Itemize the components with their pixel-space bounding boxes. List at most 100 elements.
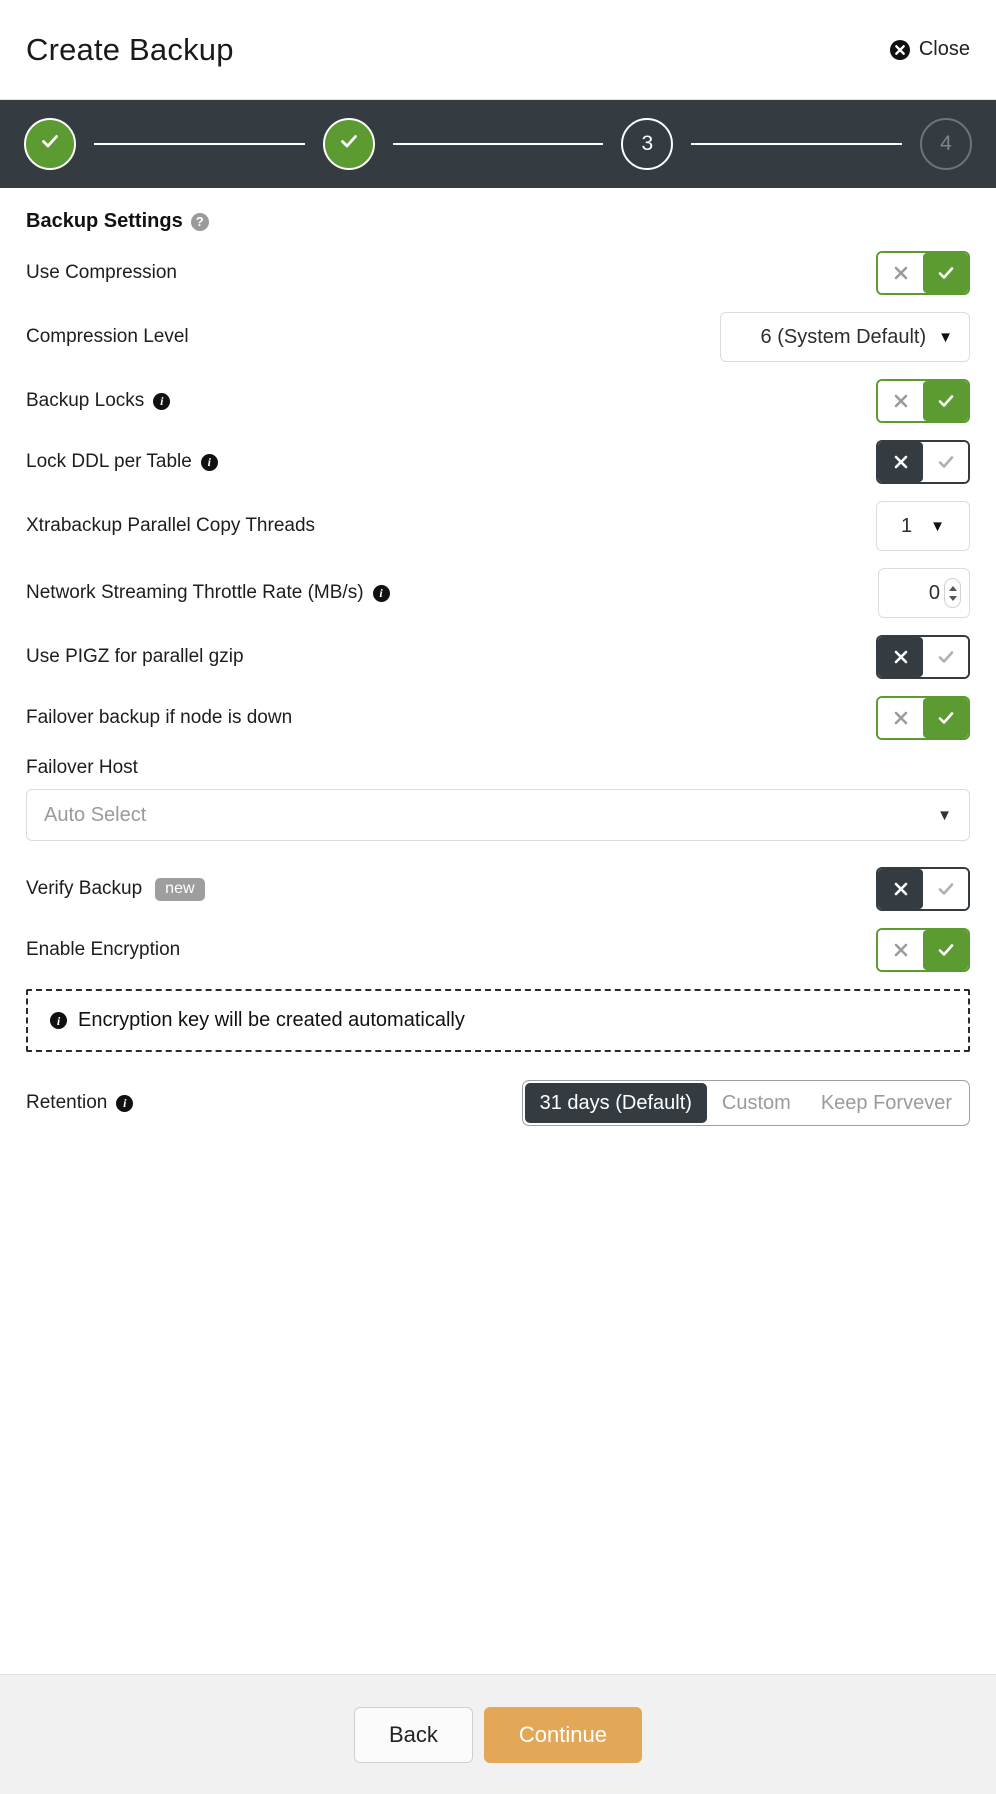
label-verify-backup: Verify Backup new <box>26 877 205 901</box>
check-icon <box>338 130 360 158</box>
toggle-failover-backup[interactable] <box>876 696 970 740</box>
label-text: Network Streaming Throttle Rate (MB/s) <box>26 582 364 603</box>
create-backup-modal: Create Backup Close 3 4 Backup Settings … <box>0 0 996 1794</box>
toggle-on-side[interactable] <box>923 869 968 909</box>
check-icon <box>39 130 61 158</box>
label-use-compression: Use Compression <box>26 262 177 284</box>
toggle-on-side[interactable] <box>923 698 968 738</box>
toggle-use-compression[interactable] <box>876 251 970 295</box>
stepper-arrows[interactable] <box>944 578 961 608</box>
info-icon[interactable]: i <box>200 453 218 471</box>
row-network-throttle: Network Streaming Throttle Rate (MB/s) i… <box>26 568 970 618</box>
close-button[interactable]: Close <box>889 38 970 61</box>
retention-option-keep-forever[interactable]: Keep Forvever <box>806 1083 967 1123</box>
status-badge-new: new <box>155 877 205 901</box>
continue-button[interactable]: Continue <box>483 1706 642 1763</box>
toggle-off-side[interactable] <box>878 698 923 738</box>
toggle-off-side[interactable] <box>878 869 923 909</box>
toggle-verify-backup[interactable] <box>876 867 970 911</box>
select-xtrabackup-threads[interactable]: 1 ▼ <box>876 501 970 551</box>
retention-segmented-control: 31 days (Default) Custom Keep Forvever <box>521 1080 970 1126</box>
step-connector-2 <box>392 143 604 145</box>
quantity-stepper-network-throttle[interactable]: 0 <box>878 568 970 618</box>
label-backup-locks: Backup Locks i <box>26 390 171 412</box>
step-4-label: 4 <box>940 132 952 155</box>
modal-footer: Back Continue <box>0 1674 996 1794</box>
label-text: Use PIGZ for parallel gzip <box>26 646 244 667</box>
step-3-current[interactable]: 3 <box>621 118 674 170</box>
label-text: Enable Encryption <box>26 939 181 960</box>
row-use-compression: Use Compression <box>26 251 970 295</box>
close-circle-x-icon <box>889 39 910 60</box>
toggle-off-side[interactable] <box>878 253 923 293</box>
close-button-label: Close <box>918 38 970 60</box>
retention-option-default[interactable]: 31 days (Default) <box>524 1083 707 1123</box>
toggle-off-side[interactable] <box>878 930 923 970</box>
label-text: Verify Backup <box>26 878 143 899</box>
encryption-key-notice: i Encryption key will be created automat… <box>26 989 970 1052</box>
toggle-on-side[interactable] <box>923 381 968 421</box>
info-icon[interactable]: i <box>116 1094 134 1112</box>
question-mark-icon[interactable]: ? <box>190 212 209 231</box>
toggle-on-side[interactable] <box>923 637 968 677</box>
toggle-on-side[interactable] <box>923 253 968 293</box>
label-text: Backup Locks <box>26 390 145 411</box>
row-verify-backup: Verify Backup new <box>26 867 970 911</box>
step-connector-1 <box>94 143 305 145</box>
row-use-pigz: Use PIGZ for parallel gzip <box>26 635 970 679</box>
row-failover-backup: Failover backup if node is down <box>26 696 970 740</box>
label-text: Xtrabackup Parallel Copy Threads <box>26 515 316 536</box>
select-xtrabackup-threads-value: 1 <box>901 514 913 537</box>
toggle-off-side[interactable] <box>878 442 923 482</box>
stepper-up-icon[interactable] <box>948 585 957 591</box>
label-text: Failover backup if node is down <box>26 707 293 728</box>
page-title: Create Backup <box>26 32 234 67</box>
label-xtrabackup-threads: Xtrabackup Parallel Copy Threads <box>26 515 315 537</box>
settings-panel: Backup Settings ? Use Compression Compre… <box>0 188 996 1409</box>
row-xtrabackup-threads: Xtrabackup Parallel Copy Threads 1 ▼ <box>26 501 970 551</box>
encryption-key-notice-text: Encryption key will be created automatic… <box>78 1009 465 1031</box>
step-2-complete[interactable] <box>322 118 375 170</box>
toggle-off-side[interactable] <box>878 637 923 677</box>
label-failover-host: Failover Host <box>26 757 138 778</box>
label-enable-encryption: Enable Encryption <box>26 939 180 961</box>
chevron-down-icon: ▼ <box>938 328 953 346</box>
row-enable-encryption: Enable Encryption <box>26 928 970 972</box>
select-compression-level[interactable]: 6 (System Default) ▼ <box>720 312 970 362</box>
select-compression-level-value: 6 (System Default) <box>760 325 927 348</box>
label-text: Use Compression <box>26 262 177 283</box>
retention-option-custom[interactable]: Custom <box>707 1083 806 1123</box>
section-title-backup-settings: Backup Settings ? <box>26 210 970 233</box>
wizard-stepper: 3 4 <box>0 100 996 188</box>
row-retention: Retention i 31 days (Default) Custom Kee… <box>26 1080 970 1126</box>
toggle-off-side[interactable] <box>878 381 923 421</box>
step-1-complete[interactable] <box>24 118 76 170</box>
body-spacer <box>0 1408 996 1674</box>
label-compression-level: Compression Level <box>26 326 189 348</box>
label-network-throttle: Network Streaming Throttle Rate (MB/s) i <box>26 582 390 604</box>
back-button[interactable]: Back <box>354 1706 473 1763</box>
toggle-lock-ddl-per-table[interactable] <box>876 440 970 484</box>
label-text: Compression Level <box>26 326 189 347</box>
row-backup-locks: Backup Locks i <box>26 379 970 423</box>
row-compression-level: Compression Level 6 (System Default) ▼ <box>26 312 970 362</box>
label-use-pigz: Use PIGZ for parallel gzip <box>26 646 244 668</box>
info-icon: i <box>50 1012 67 1029</box>
select-failover-host-value: Auto Select <box>44 803 147 826</box>
step-connector-3 <box>691 143 903 145</box>
stepper-down-icon[interactable] <box>948 595 957 601</box>
modal-header: Create Backup Close <box>0 0 996 100</box>
info-icon[interactable]: i <box>372 584 390 602</box>
info-icon[interactable]: i <box>153 392 171 410</box>
toggle-on-side[interactable] <box>923 930 968 970</box>
network-throttle-value[interactable]: 0 <box>893 582 940 605</box>
step-4-pending[interactable]: 4 <box>920 118 973 170</box>
toggle-on-side[interactable] <box>923 442 968 482</box>
chevron-down-icon: ▼ <box>937 806 952 824</box>
label-failover-backup: Failover backup if node is down <box>26 707 292 729</box>
select-failover-host[interactable]: Auto Select ▼ <box>26 789 970 841</box>
toggle-enable-encryption[interactable] <box>876 928 970 972</box>
toggle-use-pigz[interactable] <box>876 635 970 679</box>
toggle-backup-locks[interactable] <box>876 379 970 423</box>
step-3-label: 3 <box>641 132 654 155</box>
